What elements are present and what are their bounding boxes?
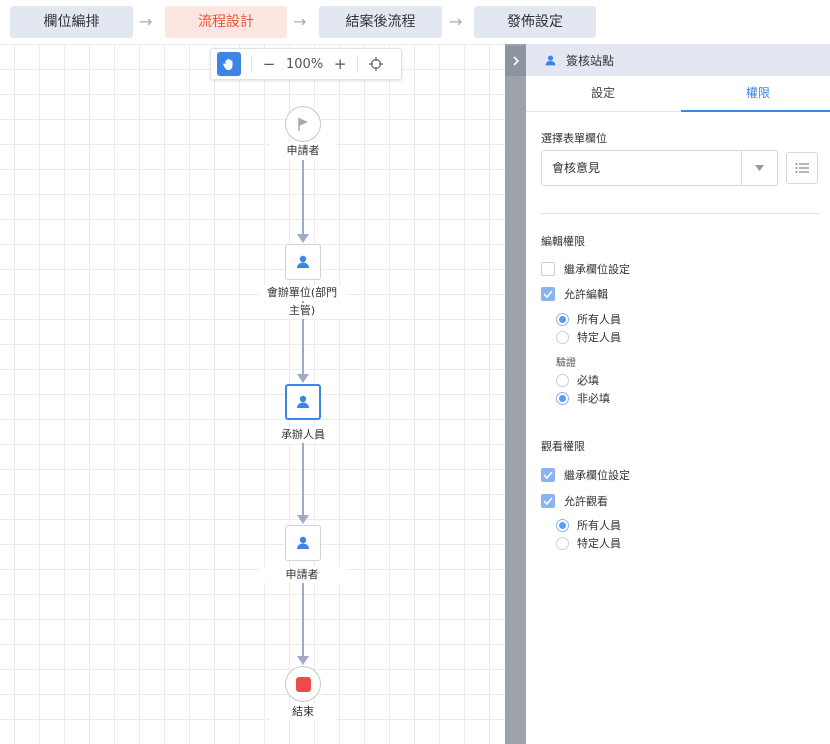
checkbox-label: 繼承欄位設定 [564, 469, 630, 482]
field-list-button[interactable] [786, 152, 818, 184]
user-icon [297, 536, 309, 549]
user-icon [297, 255, 309, 268]
validation-optional-radio[interactable]: 非必填 [556, 390, 610, 406]
toolbar-divider [251, 55, 252, 73]
recenter-button[interactable] [368, 56, 384, 72]
hand-icon [223, 58, 233, 71]
view-inherit-checkbox[interactable]: 繼承欄位設定 [541, 467, 630, 483]
flow-edge [302, 580, 304, 657]
edit-scope-specific-radio[interactable]: 特定人員 [556, 329, 621, 345]
radio-button[interactable] [556, 536, 569, 550]
panel-collapse-bar [505, 44, 526, 744]
check-icon [543, 290, 553, 298]
panel-title: 簽核站點 [566, 53, 615, 68]
select-field-title: 選擇表單欄位 [541, 132, 607, 145]
edit-allow-checkbox[interactable]: 允許編輯 [541, 286, 608, 302]
validation-required-radio[interactable]: 必填 [556, 372, 599, 388]
crosshair-icon [369, 57, 384, 71]
node-label: 承辦人員 [270, 427, 336, 443]
flow-canvas[interactable]: − 100% + 申請者 會辦單位(部門 主管) 承辦人員 申請者 結束 [0, 44, 512, 744]
view-permission-title: 觀看權限 [541, 440, 585, 453]
radio-label: 特定人員 [577, 331, 621, 344]
arrowhead-icon [297, 374, 309, 383]
user-icon [297, 395, 309, 408]
arrowhead-icon [297, 656, 309, 665]
flow-edge [302, 160, 304, 235]
arrowhead-icon [297, 515, 309, 524]
start-node[interactable] [285, 106, 321, 142]
end-node[interactable] [285, 666, 321, 702]
edit-scope-all-radio[interactable]: 所有人員 [556, 311, 621, 327]
toolbar-divider [357, 55, 359, 73]
step-publish-settings[interactable]: 發佈設定 [474, 6, 596, 38]
step-flow-design[interactable]: 流程設計 [165, 6, 287, 38]
step-arrow-icon: → [139, 12, 153, 31]
radio-label: 特定人員 [577, 537, 621, 550]
radio-button[interactable] [556, 312, 569, 326]
node-label: 主管) [258, 303, 346, 319]
section-divider [541, 213, 819, 214]
step-arrow-icon: → [293, 12, 307, 31]
user-icon [545, 54, 556, 65]
approver-node[interactable] [285, 525, 321, 561]
radio-label: 必填 [577, 374, 599, 387]
checkbox-label: 繼承欄位設定 [564, 263, 630, 276]
caret-down-icon[interactable] [741, 151, 777, 185]
edit-inherit-checkbox[interactable]: 繼承欄位設定 [541, 261, 630, 277]
radio-label: 所有人員 [577, 519, 621, 532]
workflow-stepper: 欄位編排 → 流程設計 → 結案後流程 → 發佈設定 [0, 0, 830, 44]
approver-node[interactable] [285, 244, 321, 280]
radio-button[interactable] [556, 330, 569, 344]
view-allow-checkbox[interactable]: 允許觀看 [541, 493, 608, 509]
zoom-toolbar: − 100% + [210, 48, 402, 80]
arrowhead-icon [297, 234, 309, 243]
checkbox-box[interactable] [541, 262, 555, 276]
chevron-right-icon [512, 56, 519, 66]
checkbox-box-checked[interactable] [541, 494, 555, 508]
select-value: 會核意見 [552, 161, 601, 175]
node-label: 會辦單位(部門 [258, 285, 346, 301]
tab-settings[interactable]: 設定 [526, 76, 680, 112]
view-scope-all-radio[interactable]: 所有人員 [556, 517, 621, 533]
zoom-in-button[interactable]: + [333, 55, 347, 73]
check-icon [543, 471, 553, 479]
zoom-level: 100% [286, 56, 324, 72]
checkbox-label: 允許編輯 [564, 288, 608, 301]
radio-label: 所有人員 [577, 313, 621, 326]
node-label: 申請者 [270, 143, 336, 159]
form-field-select[interactable]: 會核意見 [541, 150, 778, 186]
tab-permissions[interactable]: 權限 [681, 76, 830, 112]
step-arrow-icon: → [449, 12, 463, 31]
pan-hand-button[interactable] [217, 52, 241, 76]
view-scope-specific-radio[interactable]: 特定人員 [556, 535, 621, 551]
list-icon [795, 163, 809, 173]
radio-button[interactable] [556, 391, 569, 405]
checkbox-box-checked[interactable] [541, 287, 555, 301]
flow-edge [302, 439, 304, 516]
checkbox-label: 允許觀看 [564, 495, 608, 508]
properties-panel: 簽核站點 設定 權限 選擇表單欄位 會核意見 編輯權限 繼承欄位設定 允許編輯 … [526, 44, 830, 744]
collapse-panel-button[interactable] [505, 46, 526, 76]
flag-icon [298, 118, 308, 131]
node-label: 申請者 [258, 567, 346, 583]
step-post-close-flow[interactable]: 結案後流程 [319, 6, 442, 38]
edit-permission-title: 編輯權限 [541, 235, 585, 248]
panel-tabs: 設定 權限 [526, 76, 830, 112]
stop-icon [295, 676, 311, 692]
step-field-layout[interactable]: 欄位編排 [10, 6, 133, 38]
checkbox-box-checked[interactable] [541, 468, 555, 482]
radio-button[interactable] [556, 518, 569, 532]
panel-header: 簽核站點 [526, 44, 830, 76]
validation-label: 驗證 [556, 358, 576, 369]
zoom-out-button[interactable]: − [262, 55, 276, 73]
check-icon [543, 497, 553, 505]
node-label: 結束 [270, 704, 336, 720]
radio-button[interactable] [556, 373, 569, 387]
approver-node-selected[interactable] [285, 384, 321, 420]
radio-label: 非必填 [577, 392, 610, 405]
